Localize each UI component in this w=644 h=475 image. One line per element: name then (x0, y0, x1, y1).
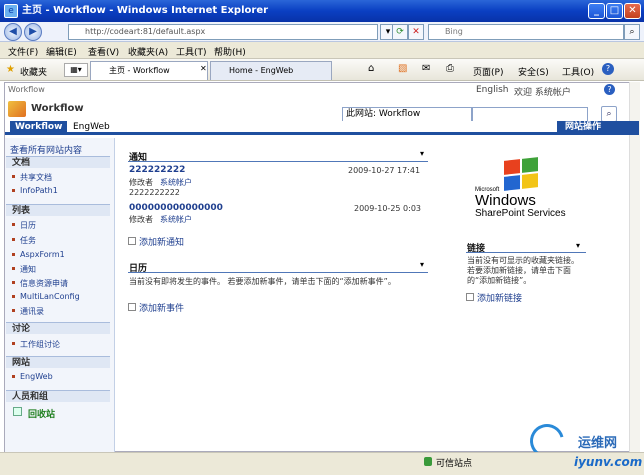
mail-icon[interactable]: ✉ (422, 63, 430, 74)
nav-item-aspxform[interactable]: AspxForm1 (12, 250, 65, 259)
help-icon[interactable]: ? (604, 84, 615, 95)
announcement-date: 2009-10-25 0:03 (354, 204, 421, 213)
menu-tools[interactable]: 工具(T) (176, 45, 207, 58)
nav-item-resource-request[interactable]: 信息资源申请 (12, 278, 68, 289)
view-all-content-link[interactable]: 查看所有网站内容 (10, 143, 82, 156)
nav-tab-workflow[interactable]: Workflow (10, 121, 68, 134)
links-empty-text: 当前没有可显示的收藏夹链接。 若要添加新链接，请单击下面的“添加新链接”。 (467, 256, 579, 285)
calendar-empty-text: 当前没有即将发生的事件。 若要添加新事件，请单击下面的“添加新事件”。 (129, 277, 396, 286)
tab-engweb[interactable]: Home - EngWeb (210, 61, 332, 80)
announcement-title[interactable]: 222222222 (129, 165, 185, 175)
status-bar (0, 452, 644, 475)
close-button[interactable]: ✕ (624, 3, 641, 19)
watermark-text: 运维网 (578, 436, 618, 451)
home-icon[interactable]: ⌂ (368, 63, 374, 74)
section-documents[interactable]: 文档 (6, 156, 110, 168)
nav-item-team-discussion[interactable]: 工作组讨论 (12, 339, 60, 350)
recycle-bin-icon (13, 407, 22, 416)
menu-favorites[interactable]: 收藏夹(A) (128, 45, 168, 58)
logo-sharepoint: SharePoint Services (475, 208, 566, 219)
feeds-icon[interactable]: ▧ (398, 63, 407, 74)
modified-by-label: 修改者 (129, 215, 153, 224)
tools-menu[interactable]: 工具(O) (562, 65, 594, 78)
announcement-body: 2222222222 (129, 188, 180, 197)
windows-flag-logo (504, 157, 540, 192)
menu-help[interactable]: 帮助(H) (214, 45, 246, 58)
section-discussions[interactable]: 讨论 (6, 322, 110, 334)
search-input[interactable]: Bing (428, 24, 624, 40)
trusted-zone-icon (424, 457, 432, 466)
nav-item-tasks[interactable]: 任务 (12, 235, 36, 246)
modified-by-label: 修改者 (129, 178, 153, 187)
recycle-bin-link[interactable]: 回收站 (28, 407, 55, 420)
breadcrumb[interactable]: Workflow (8, 85, 45, 94)
add-link-link[interactable]: 添加新链接 (466, 291, 522, 304)
modified-by-user[interactable]: 系统帐户 (160, 177, 192, 188)
section-people-groups[interactable]: 人员和组 (6, 390, 110, 402)
announcements-rule (128, 161, 428, 162)
links-menu-icon[interactable]: ▾ (576, 241, 580, 250)
search-scope-select[interactable]: 此网站: Workflow (342, 107, 472, 122)
favorites-button[interactable]: 收藏夹 (20, 65, 47, 78)
forward-icon[interactable]: ▶ (24, 23, 42, 41)
nav-tab-engweb[interactable]: EngWeb (68, 121, 115, 134)
announcement-date: 2009-10-27 17:41 (348, 166, 421, 175)
logo-windows: Windows (475, 192, 536, 209)
maximize-button[interactable]: □ (606, 3, 623, 19)
search-go-icon[interactable]: ⌕ (601, 106, 617, 122)
back-icon[interactable]: ◀ (4, 23, 22, 41)
section-lists[interactable]: 列表 (6, 204, 110, 216)
safety-menu[interactable]: 安全(S) (518, 65, 549, 78)
quick-tabs-icon[interactable]: ▦▾ (64, 63, 88, 77)
site-title[interactable]: Workflow (31, 103, 84, 114)
stop-icon[interactable]: ✕ (408, 24, 424, 40)
add-event-link[interactable]: 添加新事件 (128, 301, 184, 314)
calendar-menu-icon[interactable]: ▾ (420, 260, 424, 269)
scrollbar[interactable] (629, 82, 640, 452)
nav-item-contacts[interactable]: 通讯录 (12, 306, 44, 317)
ie-icon: e (4, 4, 18, 18)
tab-close-icon[interactable]: ✕ (200, 64, 207, 73)
page-menu[interactable]: 页面(P) (473, 65, 503, 78)
add-announcement-link[interactable]: 添加新通知 (128, 235, 184, 248)
minimize-button[interactable]: _ (588, 3, 605, 19)
links-rule (466, 252, 586, 253)
calendar-rule (128, 272, 428, 273)
tab-workflow[interactable]: 主页 - Workflow (90, 61, 208, 80)
site-actions-button[interactable]: 网站操作 (557, 121, 639, 134)
nav-item-engweb[interactable]: EngWeb (12, 372, 53, 381)
window-title: 主页 - Workflow - Windows Internet Explore… (0, 0, 644, 22)
nav-item-announcements[interactable]: 通知 (12, 264, 36, 275)
menu-view[interactable]: 查看(V) (88, 45, 119, 58)
announcements-menu-icon[interactable]: ▾ (420, 149, 424, 158)
site-search-input[interactable] (472, 107, 588, 122)
search-icon[interactable]: ⌕ (624, 24, 640, 40)
welcome-menu[interactable]: 欢迎 系统帐户 (514, 85, 571, 98)
menu-edit[interactable]: 编辑(E) (46, 45, 77, 58)
nav-item-multilanconfig[interactable]: MultiLanConfig (12, 292, 80, 301)
menu-file[interactable]: 文件(F) (8, 45, 38, 58)
nav-item-calendar[interactable]: 日历 (12, 220, 36, 231)
watermark-url: iyunv.com (574, 455, 643, 469)
nav-item-infopath[interactable]: InfoPath1 (12, 186, 58, 195)
star-icon: ★ (6, 64, 15, 75)
url-field[interactable]: http://codeart:81/default.aspx (68, 24, 378, 40)
announcement-title[interactable]: 000000000000000 (129, 203, 223, 213)
section-sites[interactable]: 网站 (6, 356, 110, 368)
refresh-icon[interactable]: ⟳ (392, 24, 408, 40)
site-logo (8, 101, 26, 117)
security-zone-label: 可信站点 (436, 459, 473, 469)
modified-by-user[interactable]: 系统帐户 (160, 214, 192, 225)
help-icon[interactable]: ? (602, 63, 614, 75)
print-icon[interactable]: ⎙ (446, 63, 454, 74)
nav-item-shared-docs[interactable]: 共享文档 (12, 172, 52, 183)
language-link[interactable]: English (476, 85, 509, 95)
